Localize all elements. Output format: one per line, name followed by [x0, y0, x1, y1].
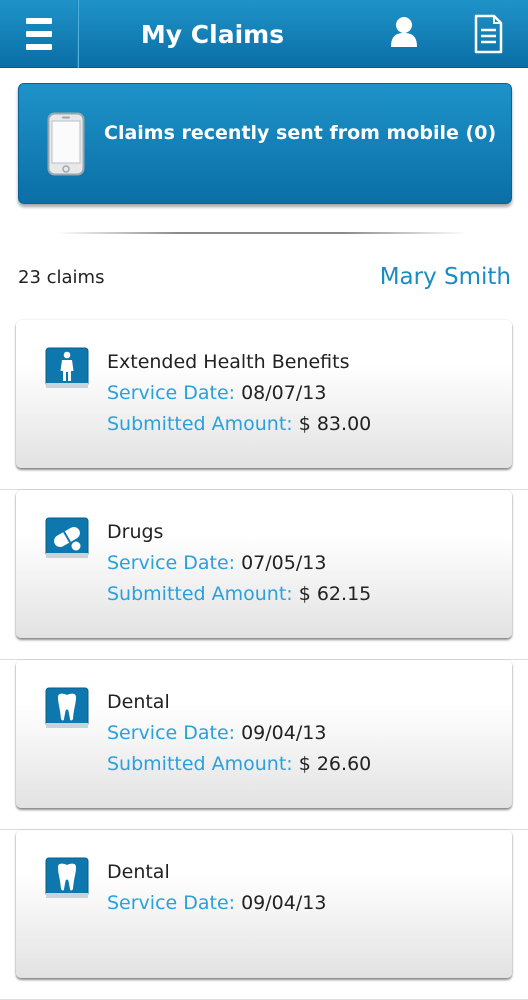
page-title: My Claims — [140, 20, 285, 49]
document-icon — [474, 14, 503, 54]
submitted-amount-value: $ 83.00 — [298, 413, 372, 435]
claim-card[interactable]: Drugs Service Date: 07/05/13 Submitted Am… — [16, 490, 512, 638]
user-icon — [391, 17, 417, 47]
documents-button[interactable] — [468, 12, 508, 56]
pill-icon — [45, 517, 89, 558]
claim-type: Dental — [107, 691, 170, 713]
claim-card[interactable]: Dental Service Date: 09/04/13 — [16, 830, 512, 978]
submitted-amount-label: Submitted Amount: — [107, 583, 293, 605]
menu-button[interactable] — [0, 0, 78, 68]
claim-type: Extended Health Benefits — [107, 351, 350, 373]
submitted-amount-label: Submitted Amount: — [107, 413, 293, 435]
profile-button[interactable] — [384, 12, 424, 52]
service-date-line: Service Date: 07/05/13 — [107, 550, 326, 576]
tooth-icon — [45, 687, 89, 728]
claim-list-item: Dental Service Date: 09/04/13 Submitted A… — [0, 660, 528, 830]
claim-type: Dental — [107, 861, 170, 883]
submitted-amount-value: $ 26.60 — [298, 753, 372, 775]
section-divider — [56, 232, 466, 234]
service-date-value: 08/07/13 — [241, 382, 327, 404]
claim-card[interactable]: Extended Health Benefits Service Date: 08… — [16, 320, 512, 468]
service-date-label: Service Date: — [107, 552, 236, 574]
header-divider — [77, 0, 78, 68]
person-body-icon — [45, 347, 89, 388]
service-date-label: Service Date: — [107, 892, 236, 914]
member-name[interactable]: Mary Smith — [380, 262, 511, 292]
service-date-label: Service Date: — [107, 382, 236, 404]
mobile-claims-text: Claims recently sent from mobile (0) — [104, 122, 497, 144]
service-date-value: 09/04/13 — [241, 892, 327, 914]
submitted-amount-line: Submitted Amount: $ 62.15 — [107, 581, 371, 607]
mobile-claims-banner[interactable]: Claims recently sent from mobile (0) — [18, 83, 512, 204]
claim-list-item: Dental Service Date: 09/04/13 — [0, 830, 528, 1000]
service-date-line: Service Date: 09/04/13 — [107, 720, 326, 746]
submitted-amount-value: $ 62.15 — [298, 583, 372, 605]
submitted-amount-label: Submitted Amount: — [107, 753, 293, 775]
claim-type: Drugs — [107, 521, 164, 543]
service-date-line: Service Date: 08/07/13 — [107, 380, 326, 406]
submitted-amount-line: Submitted Amount: $ 26.60 — [107, 751, 371, 777]
claim-list-item: Drugs Service Date: 07/05/13 Submitted Am… — [0, 490, 528, 660]
claims-count: 23 claims — [18, 267, 105, 288]
smartphone-icon — [47, 112, 85, 176]
submitted-amount-line: Submitted Amount: $ 83.00 — [107, 411, 371, 437]
tooth-icon — [45, 857, 89, 898]
service-date-line: Service Date: 09/04/13 — [107, 890, 326, 916]
service-date-value: 09/04/13 — [241, 722, 327, 744]
claim-list-item: Extended Health Benefits Service Date: 08… — [0, 320, 528, 490]
service-date-value: 07/05/13 — [241, 552, 327, 574]
claim-card[interactable]: Dental Service Date: 09/04/13 Submitted A… — [16, 660, 512, 808]
service-date-label: Service Date: — [107, 722, 236, 744]
app-header: My Claims — [0, 0, 528, 68]
